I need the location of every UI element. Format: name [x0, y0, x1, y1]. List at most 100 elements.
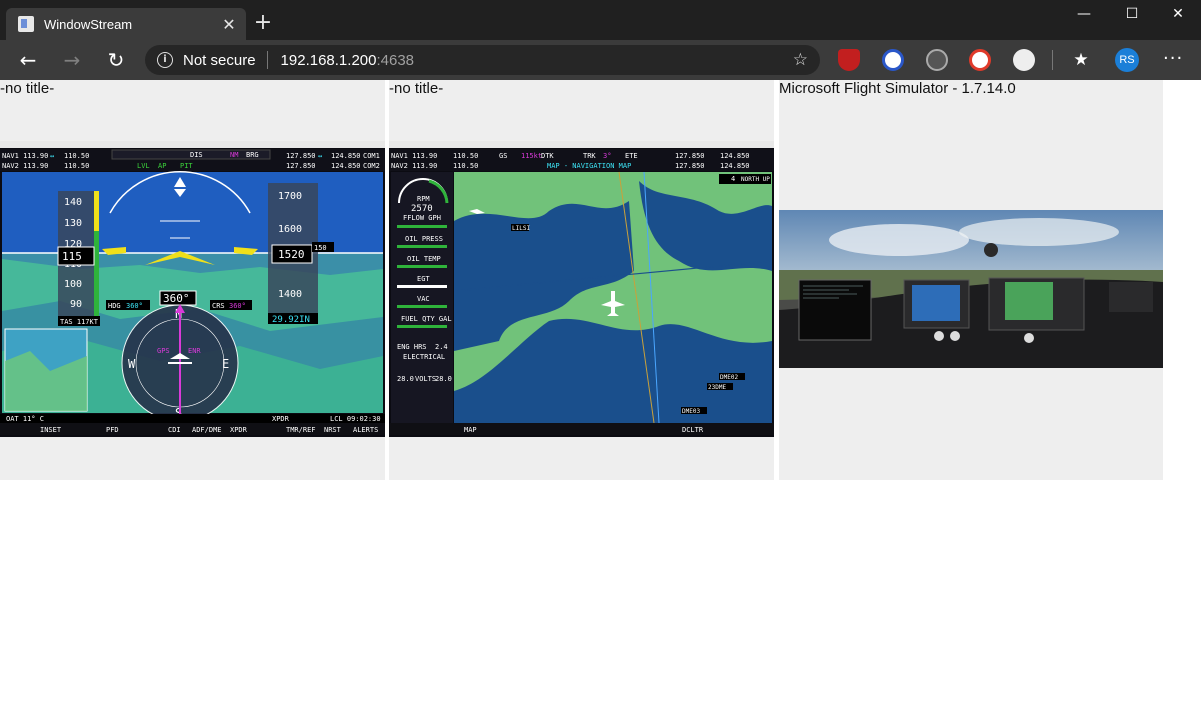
close-window-button[interactable]: ✕ — [1163, 6, 1193, 22]
map-range: 4 — [731, 175, 735, 183]
panel-title: -no title- — [389, 80, 444, 97]
new-tab-button[interactable]: + — [252, 12, 274, 34]
sync-extension-icon[interactable] — [1013, 49, 1035, 71]
mfd-com1: 127.850 — [675, 152, 705, 160]
mfd-display: NAV1 113.90 110.50 NAV2 113.90 110.50 GS… — [389, 141, 774, 437]
dcltr-softkey[interactable]: DCLTR — [682, 426, 704, 434]
oil-press-label: OIL PRESS — [405, 235, 443, 243]
security-label[interactable]: Not secure — [183, 52, 256, 69]
back-arrow-icon[interactable]: ← — [16, 48, 40, 72]
svg-text:NRST: NRST — [324, 426, 342, 434]
url-port[interactable]: :4638 — [376, 52, 414, 69]
nav2-freq: NAV2 113.90 — [2, 162, 48, 170]
minimize-button[interactable]: — — [1069, 6, 1099, 22]
crs-value: 360° — [229, 302, 246, 310]
url-host[interactable]: 192.168.1.200 — [281, 52, 377, 69]
vac-label: VAC — [417, 295, 430, 303]
tab-title: WindowStream — [44, 16, 133, 32]
waypoint-lilsi: LILSI — [512, 225, 530, 232]
pfd-display: NAV1 113.90 ↔ 110.50 NAV2 113.90 110.50 … — [0, 141, 385, 437]
waypoint-23dme: 23DME — [708, 384, 726, 391]
browser-tab[interactable]: WindowStream ✕ — [6, 8, 246, 40]
svg-text:PFD: PFD — [106, 426, 119, 434]
favorite-star-icon[interactable]: ☆ — [793, 50, 808, 70]
altitude-readout: 1520 — [278, 248, 305, 261]
mfd-com1-standby: 124.850 — [720, 152, 750, 160]
svg-text:1600: 1600 — [278, 224, 302, 235]
ublock-extension-icon[interactable] — [838, 49, 860, 71]
maximize-button[interactable]: ☐ — [1117, 6, 1147, 22]
svg-text:E: E — [222, 357, 229, 371]
mfd-stream[interactable]: NAV1 113.90 110.50 NAV2 113.90 110.50 GS… — [389, 141, 774, 437]
favorites-icon[interactable]: ★ — [1069, 48, 1093, 72]
window-panel-flight-simulator[interactable]: Microsoft Flight Simulator - 1.7.14.0 — [779, 80, 1163, 480]
waypoint-dme03: DME03 — [682, 408, 700, 415]
com2-standby: 124.850 — [331, 162, 361, 170]
oil-temp-label: OIL TEMP — [407, 255, 441, 263]
hdg-label: HDG — [108, 302, 121, 310]
svg-text:100: 100 — [64, 279, 82, 290]
svg-text:1400: 1400 — [278, 289, 302, 300]
close-tab-icon[interactable]: ✕ — [218, 15, 240, 34]
block-extension-icon[interactable] — [882, 49, 904, 71]
browser-titlebar: WindowStream ✕ + — ☐ ✕ — [0, 0, 1201, 40]
map-title: MAP - NAVIGATION MAP — [547, 162, 631, 170]
svg-text:W: W — [128, 357, 136, 371]
mfd-com2: 127.850 — [675, 162, 705, 170]
map-softkey[interactable]: MAP — [464, 426, 477, 434]
panel-title: -no title- — [0, 80, 55, 97]
local-time: LCL 09:02:30 — [330, 415, 381, 423]
window-panel-pfd[interactable]: -no title- NAV1 113.90 ↔ 110.50 NAV2 113… — [0, 80, 385, 480]
com1-freq: 127.850 — [286, 152, 316, 160]
flight-sim-stream[interactable] — [779, 210, 1163, 368]
eng-hrs-value: 2.4 — [435, 343, 448, 351]
window-panel-mfd[interactable]: -no title- NAV1 113.90 110.50 NAV2 113.9… — [389, 80, 774, 480]
compass-extension-icon[interactable] — [969, 49, 991, 71]
gs-value: 115kt — [521, 152, 542, 160]
baro-setting: 29.92IN — [272, 315, 310, 325]
brg-label: BRG — [246, 151, 259, 159]
owl-extension-icon[interactable] — [926, 49, 948, 71]
nav1-freq: NAV1 113.90 — [2, 152, 48, 160]
svg-text:130: 130 — [64, 218, 82, 229]
svg-text:↔: ↔ — [318, 152, 322, 160]
svg-text:90: 90 — [70, 299, 82, 310]
mfd-nav2-standby: 110.50 — [453, 162, 478, 170]
eng-hrs-label: ENG HRS — [397, 343, 427, 351]
waypoint-dme02: DME02 — [720, 374, 738, 381]
crs-label: CRS — [212, 302, 225, 310]
refresh-icon[interactable]: ↻ — [104, 48, 128, 72]
nav2-standby: 110.50 — [64, 162, 89, 170]
address-divider — [266, 51, 268, 69]
volts-label: VOLTS — [415, 375, 436, 383]
pfd-stream[interactable]: NAV1 113.90 ↔ 110.50 NAV2 113.90 110.50 … — [0, 141, 385, 437]
profile-avatar[interactable]: RS — [1115, 48, 1139, 72]
forward-arrow-icon[interactable]: → — [60, 48, 84, 72]
svg-text:XPDR: XPDR — [230, 426, 248, 434]
mfd-nav1: NAV1 113.90 — [391, 152, 437, 160]
address-bar[interactable]: i Not secure 192.168.1.200:4638 ☆ — [145, 45, 820, 75]
fuel-flow-label: FFLOW GPH — [403, 214, 441, 222]
svg-text:↔: ↔ — [50, 152, 54, 160]
trk-value: 3° — [603, 152, 611, 160]
svg-text:CDI: CDI — [168, 426, 181, 434]
oat-readout: OAT 11° C — [6, 415, 44, 423]
dtk-label: DTK — [541, 152, 554, 160]
cockpit-view — [779, 210, 1163, 368]
svg-text:ALERTS: ALERTS — [353, 426, 378, 434]
tas-readout: TAS 117KT — [60, 318, 99, 326]
more-menu-icon[interactable]: ··· — [1163, 48, 1183, 69]
svg-text:INSET: INSET — [40, 426, 62, 434]
svg-text:TMR/REF: TMR/REF — [286, 426, 316, 434]
volts-left: 28.0 — [397, 375, 414, 383]
egt-label: EGT — [417, 275, 430, 283]
heading-readout: 360° — [163, 292, 190, 305]
trk-label: TRK — [583, 152, 596, 160]
electrical-label: ELECTRICAL — [403, 353, 445, 361]
mfd-com2-standby: 124.850 — [720, 162, 750, 170]
nm-label: NM — [230, 151, 238, 159]
svg-text:140: 140 — [64, 197, 82, 208]
vs-bug: 150 — [314, 244, 327, 252]
info-icon[interactable]: i — [157, 52, 173, 68]
ap-label: AP — [158, 162, 166, 170]
